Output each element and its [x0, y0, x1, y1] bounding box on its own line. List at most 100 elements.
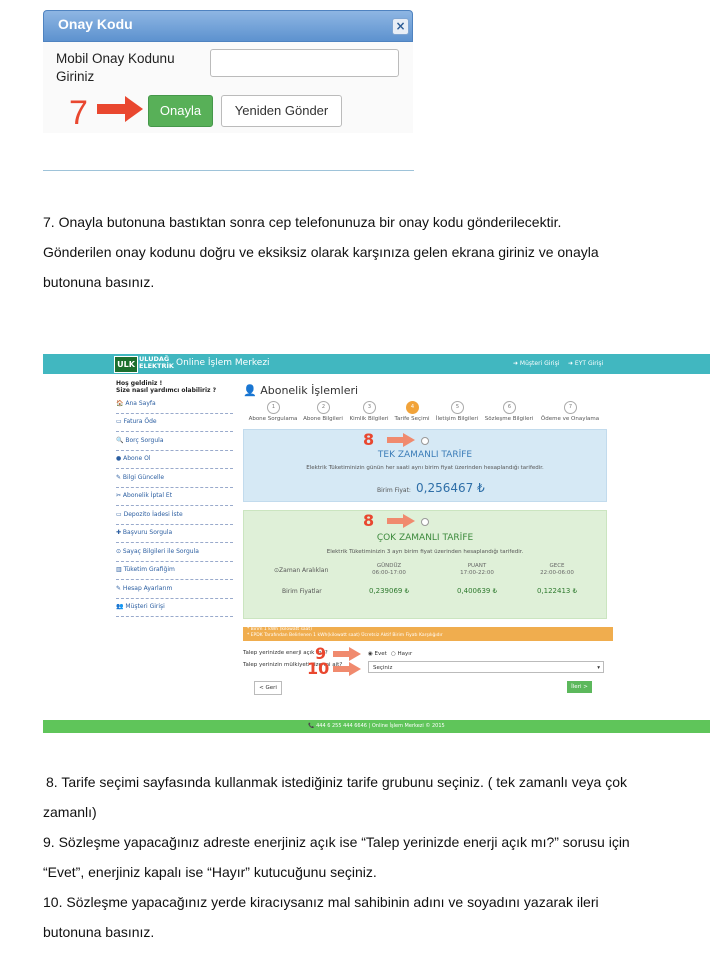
- step-circle-3: 3: [363, 401, 376, 414]
- page-title: 👤 Abonelik İşlemleri: [243, 384, 358, 397]
- multi-tariff-panel[interactable]: 8 ÇOK ZAMANLI TARİFE Elektrik Tüketimini…: [243, 510, 607, 619]
- step-marker-8: 8: [363, 430, 375, 449]
- back-button[interactable]: < Geri: [254, 681, 282, 695]
- tariff-description: Elektrik Tüketiminizin 3 ayrı birim fiya…: [326, 549, 524, 555]
- step-circle-5: 5: [451, 401, 464, 414]
- sidebar-item-cancel[interactable]: ✂ Abonelik İptal Et: [116, 487, 233, 506]
- resend-button[interactable]: Yeniden Gönder: [221, 95, 342, 127]
- step-marker-8: 8: [363, 511, 375, 530]
- modal-header: Onay Kodu ×: [43, 10, 413, 42]
- column-header: GÜNDÜZ 06:00-17:00: [354, 563, 424, 577]
- customer-login-link[interactable]: ➜ Müşteri Girişi: [513, 360, 559, 367]
- tariff-title: ÇOK ZAMANLI TARİFE: [376, 533, 474, 543]
- step-label: İletişim Bilgileri: [435, 416, 479, 422]
- column-header: PUANT 17:00-22:00: [442, 563, 512, 577]
- unit-price-value: 0,256467 ₺: [416, 481, 485, 495]
- unit-price-label: Birim Fiyat:: [377, 487, 411, 494]
- arrow-right-icon: [387, 433, 415, 447]
- warning-bar: * Birim 1 kWh (kilowatt saat) * EPDK Tar…: [243, 627, 613, 641]
- paragraph-line: 9. Sözleşme yapacağınız adreste enerjini…: [43, 834, 630, 850]
- select-value: Seçiniz: [373, 665, 393, 671]
- column-header: GECE 22:00-06:00: [522, 563, 592, 577]
- tariff-description: Elektrik Tüketiminizin günün her saati a…: [306, 465, 544, 471]
- portal-screenshot: ULK ULUDAĞ ELEKTRİK Online İşlem Merkezi…: [43, 354, 710, 733]
- sidebar-item-application[interactable]: ✚ Başvuru Sorgula: [116, 524, 233, 543]
- single-tariff-panel[interactable]: 8 TEK ZAMANLI TARİFE Elektrik Tüketimini…: [243, 429, 607, 502]
- unit-price: Birim Fiyat: 0,256467 ₺: [377, 477, 485, 496]
- sidebar-item-pay-bill[interactable]: ▭ Fatura Öde: [116, 413, 233, 432]
- paragraph-line: 8. Tarife seçimi sayfasında kullanmak is…: [46, 774, 628, 790]
- sidebar-item-update-info[interactable]: ✎ Bilgi Güncelle: [116, 469, 233, 488]
- column-price: 0,400639 ₺: [456, 587, 498, 595]
- code-input[interactable]: [210, 49, 399, 77]
- column-time: 06:00-17:00: [372, 570, 406, 576]
- paragraph-line: “Evet”, enerjiniz kapalı ise “Hayır” kut…: [43, 864, 377, 880]
- confirm-button[interactable]: Onayla: [148, 95, 213, 127]
- step-marker-10: 10: [307, 659, 330, 678]
- column-time: 17:00-22:00: [460, 570, 494, 576]
- caret-down-icon: ▾: [597, 665, 600, 671]
- step-label: Sözleşme Bilgileri: [484, 416, 534, 422]
- sidebar-item-meter[interactable]: ⊙ Sayaç Bilgileri ile Sorgula: [116, 543, 233, 562]
- sidebar-item-deposit[interactable]: ▭ Depozito İadesi İste: [116, 506, 233, 525]
- instruction-paragraph-7: 7. Onayla butonuna bastıktan sonra cep t…: [43, 207, 703, 297]
- logo-line2: ELEKTRİK: [139, 362, 174, 370]
- sidebar-item-debt-query[interactable]: 🔍 Borç Sorgula: [116, 432, 233, 451]
- paragraph-line: Gönderilen onay kodunu doğru ve eksiksiz…: [43, 244, 599, 260]
- single-tariff-radio[interactable]: [421, 437, 429, 445]
- greeting-line2: Size nasıl yardımcı olabiliriz ?: [116, 387, 217, 394]
- column-name: GECE: [549, 563, 565, 569]
- paragraph-line: 7. Onayla butonuna bastıktan sonra cep t…: [43, 214, 562, 230]
- step-circle-2: 2: [317, 401, 330, 414]
- step-circle-1: 1: [267, 401, 280, 414]
- footer: 📞 444 6 255 444 6646 | Online İşlem Merk…: [43, 720, 710, 733]
- sidebar: Hoş geldiniz ! Size nasıl yardımcı olabi…: [113, 378, 235, 621]
- divider: [43, 170, 414, 171]
- multi-tariff-radio[interactable]: [421, 518, 429, 526]
- column-name: GÜNDÜZ: [376, 563, 402, 569]
- logo-text: ULUDAĞ ELEKTRİK: [139, 356, 174, 370]
- paragraph-line: 10. Sözleşme yapacağınız yerde kiracıysa…: [43, 894, 599, 910]
- arrow-right-icon: [387, 514, 415, 528]
- step-circle-6: 6: [503, 401, 516, 414]
- no-option[interactable]: ○ Hayır: [391, 651, 412, 657]
- page-title-text: Abonelik İşlemleri: [260, 384, 359, 397]
- instruction-paragraph-8-10: 8. Tarife seçimi sayfasında kullanmak is…: [43, 767, 706, 947]
- step-marker-7: 7: [69, 94, 88, 132]
- user-icon: 👤: [243, 384, 261, 397]
- yes-option[interactable]: ◉ Evet: [368, 651, 387, 657]
- arrow-right-icon: [97, 96, 143, 122]
- sidebar-item-customer-login[interactable]: 👥 Müşteri Girişi: [116, 598, 233, 617]
- paragraph-line: butonuna basınız.: [43, 924, 155, 940]
- warning-line: * EPDK Tarafından Belirlenen 1 kWh(kilow…: [247, 633, 443, 638]
- modal-title: Onay Kodu: [58, 16, 133, 32]
- paragraph-line: butonuna basınız.: [43, 274, 155, 290]
- sidebar-item-chart[interactable]: ▥ Tüketim Grafiğim: [116, 561, 233, 580]
- sidebar-item-subscribe[interactable]: ● Abone Ol: [116, 450, 233, 469]
- code-field-label-line1: Mobil Onay Kodunu: [56, 51, 175, 66]
- brand-title: Online İşlem Merkezi: [176, 358, 270, 368]
- greeting-line1: Hoş geldiniz !: [116, 380, 163, 387]
- verification-modal: Onay Kodu × Mobil Onay Kodunu Giriniz 7 …: [43, 10, 413, 133]
- ownership-select[interactable]: Seçiniz ▾: [368, 661, 604, 673]
- unit-prices-label: Birim Fiyatlar: [282, 588, 322, 595]
- eyt-login-link[interactable]: ➜ EYT Girişi: [568, 360, 603, 367]
- column-price: 0,122413 ₺: [536, 587, 578, 595]
- step-label: Ödeme ve Onaylama: [540, 416, 600, 422]
- arrow-right-icon: [333, 647, 361, 661]
- step-circle-7: 7: [564, 401, 577, 414]
- column-name: PUANT: [467, 563, 487, 569]
- top-bar: ULK ULUDAĞ ELEKTRİK Online İşlem Merkezi…: [43, 354, 710, 374]
- arrow-right-icon: [333, 662, 361, 676]
- code-field-label-line2: Giriniz: [56, 69, 95, 84]
- close-icon[interactable]: ×: [392, 18, 409, 35]
- column-price: 0,239069 ₺: [368, 587, 410, 595]
- code-field-label: Mobil Onay Kodunu Giriniz: [56, 50, 196, 86]
- greeting: Hoş geldiniz ! Size nasıl yardımcı olabi…: [116, 380, 216, 394]
- next-button[interactable]: İleri >: [567, 681, 592, 693]
- step-circle-4: 4: [406, 401, 419, 414]
- sidebar-item-home[interactable]: 🏠 Ana Sayfa: [116, 395, 233, 414]
- tariff-title: TEK ZAMANLI TARİFE: [377, 450, 473, 460]
- sidebar-item-account[interactable]: ✎ Hesap Ayarlarım: [116, 580, 233, 599]
- time-ranges-label: ⊙Zaman Aralıkları: [274, 567, 329, 574]
